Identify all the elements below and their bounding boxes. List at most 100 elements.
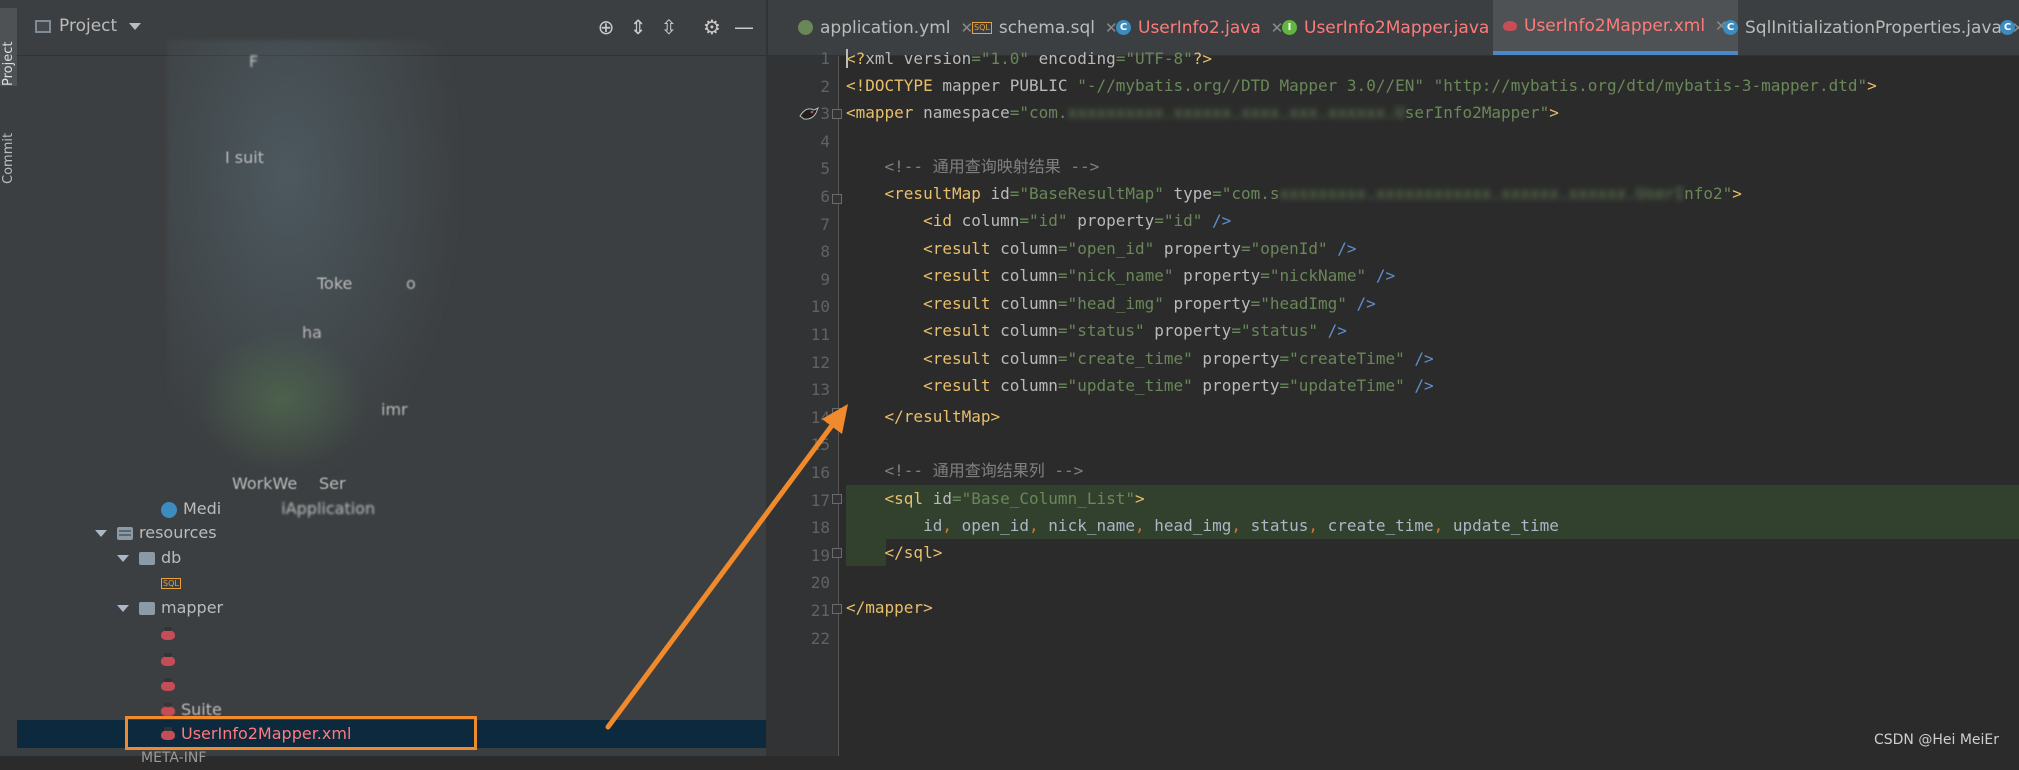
line-number[interactable]: 11 <box>768 321 830 348</box>
code-line-7[interactable]: <id column="id" property="id" /> <box>846 207 1231 234</box>
line-number[interactable]: 7 <box>768 211 830 238</box>
chevron-down-icon[interactable] <box>95 530 107 537</box>
fold-marker[interactable] <box>832 109 842 119</box>
sql-tag: <sql <box>884 489 933 508</box>
line-number[interactable]: 8 <box>768 238 830 265</box>
gear-icon[interactable]: ⚙ <box>701 16 723 38</box>
tree-folder-meta-inf[interactable]: META-INF <box>141 746 206 770</box>
class-icon: C <box>1723 20 1738 35</box>
line-number[interactable]: 2 <box>768 73 830 100</box>
line-number[interactable]: 6 <box>768 183 830 210</box>
xml-file-icon <box>161 626 175 640</box>
class-icon: C <box>2000 20 2015 35</box>
line-number[interactable]: 20 <box>768 569 830 596</box>
line-number[interactable]: 21 <box>768 597 830 624</box>
tree-file-xml[interactable] <box>161 673 181 697</box>
attr-name: column <box>1000 376 1058 395</box>
annotation-highlight-box <box>125 716 477 750</box>
attr-value: ="headImg" <box>1250 293 1357 313</box>
fold-marker[interactable] <box>832 494 842 504</box>
tree-item-obscured[interactable]: imr <box>381 398 408 422</box>
attr-value: ="openId" <box>1240 238 1338 258</box>
code-line-1[interactable]: <?xml version="1.0" encoding="UTF-8"?> <box>846 45 1212 72</box>
line-number[interactable]: 4 <box>768 128 830 155</box>
tree-item-obscured[interactable]: Ser <box>319 472 346 496</box>
tool-window-strip: Project Commit <box>0 0 18 756</box>
tree-item-obscured[interactable]: o <box>406 272 416 296</box>
attr-name: column <box>1000 348 1058 368</box>
line-number[interactable]: 18 <box>768 514 830 541</box>
line-number[interactable]: 10 <box>768 293 830 320</box>
tree-item-obscured[interactable]: Toke <box>317 272 352 296</box>
fold-marker[interactable] <box>832 194 842 204</box>
tree-file-xml[interactable] <box>161 648 181 672</box>
project-tool-tab[interactable]: Project <box>0 8 17 86</box>
tab-overflow[interactable]: C <box>2000 0 2019 55</box>
code-line-10[interactable]: <result column="head_img" property="head… <box>846 290 1376 317</box>
doctype-close: > <box>1867 76 1877 95</box>
chevron-down-icon[interactable] <box>117 555 129 562</box>
code-line-8[interactable]: <result column="open_id" property="openI… <box>846 235 1356 262</box>
code-line-21[interactable]: </mapper> <box>846 594 933 621</box>
line-number[interactable]: 19 <box>768 542 830 569</box>
line-number[interactable]: 12 <box>768 349 830 376</box>
expand-all-icon[interactable]: ⇕ <box>627 16 649 38</box>
line-number[interactable]: 5 <box>768 155 830 182</box>
attr-name: column <box>961 211 1020 230</box>
xml-prolog-close: ?> <box>1192 49 1213 68</box>
watermark: CSDN @Hei MeiEr <box>1873 732 1999 748</box>
chevron-down-icon[interactable] <box>117 605 129 612</box>
code-line-9[interactable]: <result column="nick_name" property="nic… <box>846 262 1395 289</box>
code-line-11[interactable]: <result column="status" property="status… <box>846 317 1347 344</box>
fold-marker[interactable] <box>832 548 842 558</box>
tab-userinfo2mapper-xml[interactable]: UserInfo2Mapper.xml ✕ <box>1493 0 1738 55</box>
collapse-all-icon[interactable]: ⇳ <box>658 16 680 38</box>
line-number[interactable]: 16 <box>768 459 830 486</box>
fold-marker[interactable] <box>832 604 842 614</box>
line-number[interactable]: 15 <box>768 431 830 458</box>
code-line-14[interactable]: </resultMap> <box>846 403 1001 430</box>
tree-folder-resources[interactable]: resources <box>95 521 217 545</box>
line-number[interactable]: 22 <box>768 625 830 652</box>
locate-icon[interactable]: ⊕ <box>595 16 617 38</box>
code-line-13[interactable]: <result column="update_time" property="u… <box>846 372 1434 399</box>
project-panel-title[interactable]: Project <box>59 16 117 36</box>
tree-folder-mapper[interactable]: mapper <box>117 596 223 620</box>
code-line-5[interactable]: <!-- 通用查询映射结果 --> <box>846 153 1100 180</box>
code-line-19[interactable]: </sql> <box>846 539 943 566</box>
line-number[interactable]: 17 <box>768 487 830 514</box>
sql-file-icon: SQL <box>161 578 181 589</box>
line-number[interactable]: 14 <box>768 404 830 431</box>
code-line-6[interactable]: <resultMap id="BaseResultMap" type="com.… <box>846 180 1742 207</box>
code-line-18[interactable]: id, open_id, nick_name, head_img, status… <box>846 512 1559 539</box>
attr-value: ="Base_Column_List" <box>951 489 1135 508</box>
tab-sqlinitializationproperties-java[interactable]: C SqlInitializationProperties.java ✕ <box>1723 0 2019 55</box>
tree-file-sql[interactable]: SQL <box>161 571 181 595</box>
chevron-down-icon[interactable] <box>129 23 141 30</box>
line-number[interactable]: 13 <box>768 376 830 403</box>
commit-tool-tab[interactable]: Commit <box>0 104 17 184</box>
self-close: /> <box>1356 293 1376 313</box>
tree-item-obscured[interactable]: I suit <box>225 146 264 170</box>
tree-item-obscured[interactable]: WorkWe <box>232 472 297 496</box>
attr-name: encoding <box>1029 49 1116 68</box>
line-number[interactable]: 9 <box>768 266 830 293</box>
tree-item-application[interactable]: Medi iApplication <box>161 497 375 521</box>
mybatis-bird-icon[interactable] <box>798 104 820 124</box>
class-icon: C <box>1116 20 1131 35</box>
code-line-2[interactable]: <!DOCTYPE mapper PUBLIC "-//mybatis.org/… <box>846 72 1877 99</box>
code-line-3[interactable]: <mapper namespace="com.xxxxxxxxxx.xxxxxx… <box>846 99 1559 126</box>
minimize-icon[interactable]: — <box>733 16 755 38</box>
attr-name: property <box>1202 376 1280 395</box>
fold-marker[interactable] <box>832 408 842 418</box>
tab-userinfo2mapper-java[interactable]: IUserInfo2Mapper.java✕ <box>1282 0 1512 55</box>
line-number[interactable]: 1 <box>768 45 830 72</box>
tree-item-obscured[interactable]: F <box>249 50 258 74</box>
tree-item-obscured[interactable]: ha <box>302 321 322 345</box>
tree-folder-db[interactable]: db <box>117 546 181 570</box>
code-line-17[interactable]: <sql id="Base_Column_List"> <box>846 485 1145 512</box>
tree-file-xml[interactable] <box>161 622 181 646</box>
code-line-12[interactable]: <result column="create_time" property="c… <box>846 345 1434 372</box>
code-line-16[interactable]: <!-- 通用查询结果列 --> <box>846 457 1084 484</box>
